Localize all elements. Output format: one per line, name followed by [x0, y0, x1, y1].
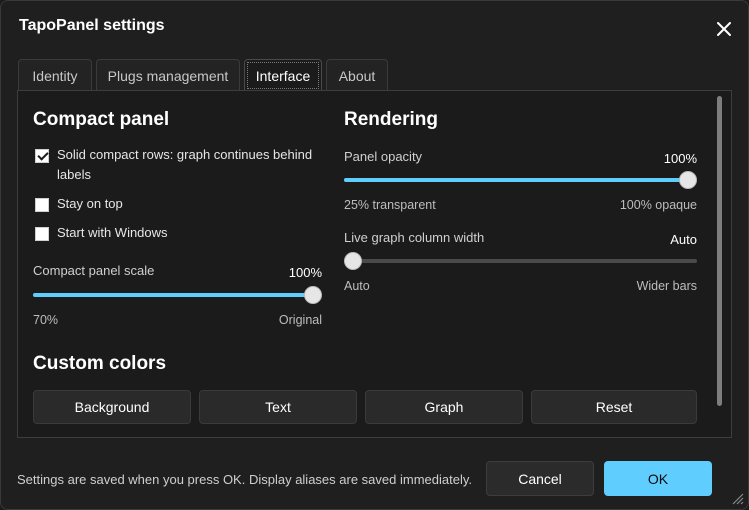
column-width-min-label: Auto [344, 279, 370, 293]
panel-scrollbar[interactable] [717, 96, 722, 406]
slider-fill [344, 178, 688, 182]
custom-colors-heading: Custom colors [33, 353, 167, 374]
stay-on-top-checkbox[interactable] [35, 198, 49, 212]
stay-on-top-checkbox-row[interactable]: Stay on top [35, 196, 123, 214]
background-color-button[interactable]: Background [33, 390, 191, 424]
slider-thumb[interactable] [304, 286, 322, 304]
dialog-footer: Settings are saved when you press OK. Di… [1, 446, 748, 509]
scale-value: 100% [288, 265, 322, 280]
column-width-label: Live graph column width [344, 230, 485, 245]
rendering-heading: Rendering [344, 109, 438, 130]
scale-max-label: Original [278, 313, 322, 327]
tab-interface[interactable]: Interface [244, 59, 322, 91]
text-color-button[interactable]: Text [199, 390, 357, 424]
opacity-label: Panel opacity [344, 149, 423, 164]
opacity-slider[interactable] [344, 171, 697, 189]
stay-on-top-label: Stay on top [57, 196, 123, 211]
reset-colors-button[interactable]: Reset [531, 390, 697, 424]
ok-button[interactable]: OK [604, 461, 712, 496]
column-width-max-label: Wider bars [636, 279, 697, 293]
slider-thumb[interactable] [344, 252, 362, 270]
scale-slider[interactable] [33, 286, 322, 304]
footer-note: Settings are saved when you press OK. Di… [17, 472, 472, 487]
scale-label: Compact panel scale [33, 263, 155, 278]
tab-plugs-management[interactable]: Plugs management [96, 59, 240, 91]
column-width-slider[interactable] [344, 252, 697, 270]
close-button[interactable] [712, 17, 736, 41]
close-icon [717, 22, 731, 36]
slider-fill [33, 293, 313, 297]
graph-color-button[interactable]: Graph [365, 390, 523, 424]
opacity-max-label: 100% opaque [619, 198, 697, 212]
tab-about[interactable]: About [326, 59, 388, 91]
tab-identity[interactable]: Identity [18, 59, 92, 91]
compact-panel-heading: Compact panel [33, 109, 170, 130]
column-width-value: Auto [670, 232, 697, 247]
solid-rows-checkbox[interactable] [35, 149, 49, 163]
slider-thumb[interactable] [679, 171, 697, 189]
opacity-value: 100% [663, 151, 697, 166]
title-bar: TapoPanel settings [1, 1, 748, 49]
slider-track [344, 259, 697, 263]
opacity-min-label: 25% transparent [344, 198, 436, 212]
start-with-windows-label: Start with Windows [57, 225, 168, 240]
solid-rows-checkbox-row[interactable]: Solid compact rows: graph continues behi… [35, 147, 315, 185]
scale-min-label: 70% [33, 313, 59, 327]
solid-rows-label: Solid compact rows: graph continues behi… [57, 147, 313, 182]
start-with-windows-checkbox[interactable] [35, 227, 49, 241]
start-with-windows-checkbox-row[interactable]: Start with Windows [35, 225, 168, 243]
resize-grip-icon[interactable] [730, 491, 744, 505]
settings-window: TapoPanel settings Identity Plugs manage… [0, 0, 749, 510]
window-title: TapoPanel settings [19, 17, 165, 34]
cancel-button[interactable]: Cancel [486, 461, 594, 496]
